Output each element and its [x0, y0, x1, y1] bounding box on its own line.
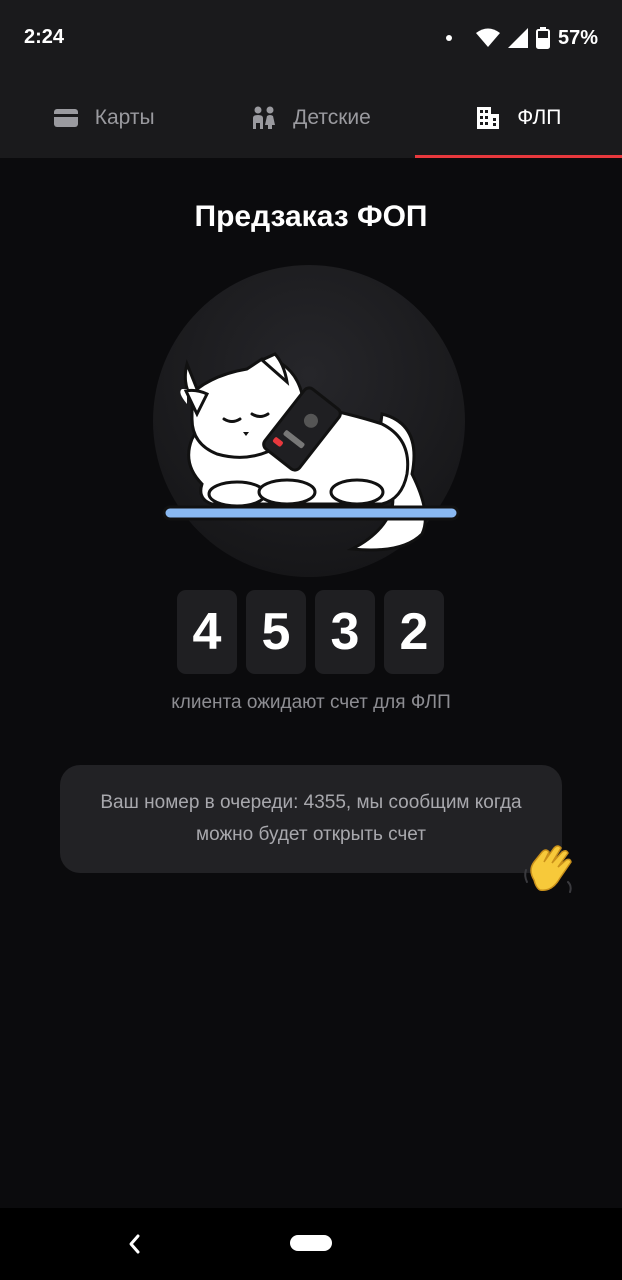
waving-hand-icon — [524, 845, 572, 893]
home-button[interactable] — [290, 1235, 332, 1251]
battery-icon — [535, 27, 550, 49]
queue-message-text: Ваш номер в очереди: 4355, мы сообщим ко… — [100, 792, 522, 845]
counter-digit: 5 — [246, 590, 306, 674]
building-icon — [475, 105, 501, 131]
cellular-signal-icon — [507, 28, 528, 48]
counter-digit: 4 — [177, 590, 237, 674]
system-navigation-bar — [0, 1208, 622, 1280]
tab-flp[interactable]: ФЛП — [414, 78, 622, 158]
counter-digit: 3 — [315, 590, 375, 674]
battery-percentage: 57% — [557, 26, 598, 49]
tab-flp-label: ФЛП — [517, 106, 562, 129]
status-icons: 57% — [445, 24, 598, 52]
queue-counter: 4 5 3 2 — [177, 590, 444, 674]
status-time: 2:24 — [24, 26, 65, 48]
page-title: Предзаказ ФОП — [194, 200, 428, 233]
tab-children-label: Детские — [293, 106, 371, 129]
tab-children[interactable]: Детские — [207, 78, 414, 158]
queue-message-card: Ваш номер в очереди: 4355, мы сообщим ко… — [60, 765, 562, 873]
notification-dot-icon — [445, 35, 452, 41]
status-bar: 2:24 57% — [0, 0, 622, 78]
tab-cards-label: Карты — [94, 106, 155, 129]
wifi-icon — [475, 28, 500, 47]
card-icon — [53, 105, 79, 131]
tab-cards[interactable]: Карты — [0, 78, 207, 158]
tab-bar: Карты Детские ФЛП — [0, 78, 622, 158]
counter-caption: клиента ожидают счет для ФЛП — [171, 692, 451, 713]
back-icon[interactable] — [124, 1230, 146, 1258]
counter-digit: 2 — [384, 590, 444, 674]
sleeping-cat-illustration — [153, 265, 465, 577]
children-icon — [251, 105, 277, 131]
